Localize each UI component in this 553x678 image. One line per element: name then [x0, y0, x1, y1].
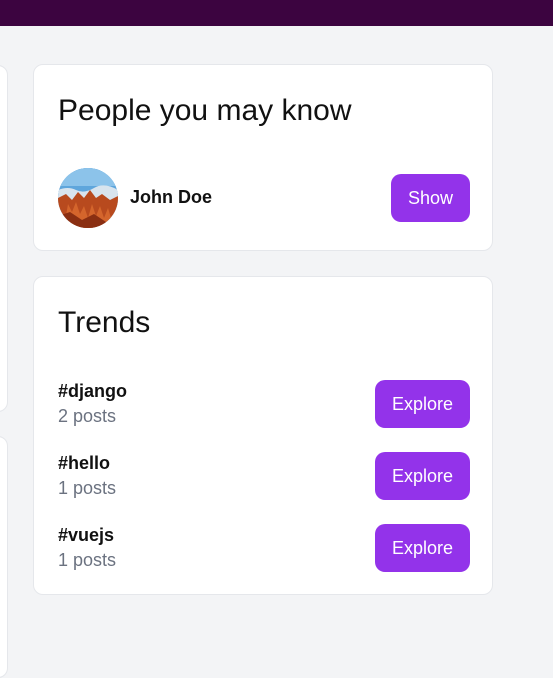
explore-button[interactable]: Explore — [375, 452, 470, 500]
show-button[interactable]: Show — [391, 174, 470, 222]
explore-button[interactable]: Explore — [375, 380, 470, 428]
trend-item: #hello 1 posts Explore — [58, 451, 470, 501]
trend-post-count: 1 posts — [58, 478, 117, 498]
trend-post-count: 2 posts — [58, 406, 117, 426]
people-you-may-know-card: People you may know John Doe Show — [33, 64, 493, 251]
trend-tag: #hello — [58, 453, 111, 473]
card-title: People you may know — [58, 94, 352, 127]
trend-item: #vuejs 1 posts Explore — [58, 523, 470, 573]
avatar-image-icon — [58, 168, 118, 228]
explore-button[interactable]: Explore — [375, 524, 470, 572]
trend-item: #django 2 posts Explore — [58, 379, 470, 429]
person-name: John Doe — [130, 187, 213, 207]
left-column-card-edge — [0, 65, 8, 412]
trend-post-count: 1 posts — [58, 550, 117, 570]
avatar — [58, 168, 118, 228]
card-title: Trends — [58, 306, 151, 339]
person-row: John Doe Show — [58, 167, 470, 229]
trend-tag: #vuejs — [58, 525, 115, 545]
top-navbar — [0, 0, 553, 26]
trends-card: Trends #django 2 posts Explore #hello 1 … — [33, 276, 493, 595]
left-column-card-edge — [0, 436, 8, 678]
trend-tag: #django — [58, 381, 128, 401]
